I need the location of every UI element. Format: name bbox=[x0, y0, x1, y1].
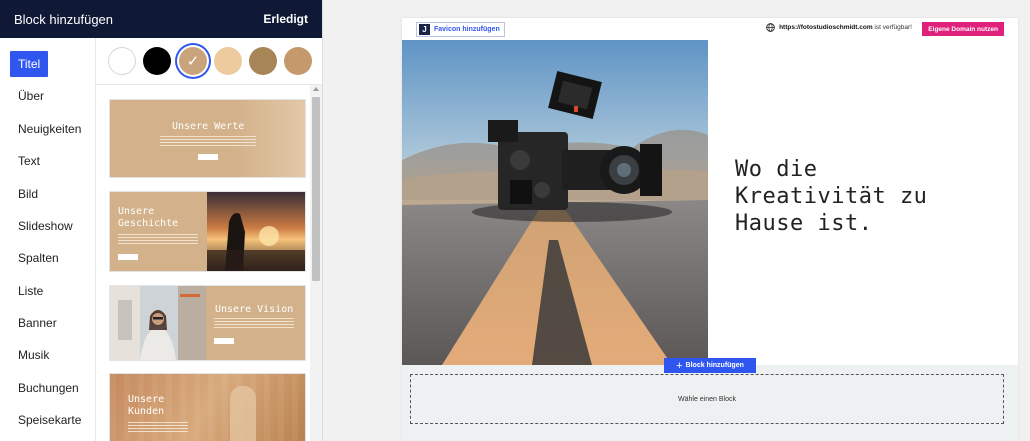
thumb-text-lines bbox=[128, 422, 188, 432]
checkmark-icon: ✓ bbox=[186, 52, 200, 70]
category-banner[interactable]: Banner bbox=[10, 310, 65, 336]
color-swatch-row: ✓ bbox=[96, 38, 323, 85]
block-thumbnail-list: Unsere Werte Unsere Geschichte Unsere Vi… bbox=[96, 85, 310, 441]
sunset-image bbox=[207, 192, 305, 271]
category-speisekarte[interactable]: Speisekarte bbox=[10, 407, 89, 433]
use-own-domain-button[interactable]: Eigene Domain nutzen bbox=[922, 22, 1004, 36]
thumbnail-scrollbar[interactable] bbox=[310, 85, 322, 441]
add-block-button[interactable]: + Block hinzufügen bbox=[664, 358, 756, 373]
domain-text: https://fotostudioschmidt.com ist verfüg… bbox=[779, 24, 912, 31]
empty-block-zone: Wähle einen Block bbox=[402, 365, 1018, 441]
woman-image bbox=[110, 286, 206, 360]
swatch-black[interactable] bbox=[143, 47, 171, 75]
add-block-label: Block hinzufügen bbox=[685, 362, 744, 369]
domain-available-suffix: ist verfügbar! bbox=[872, 24, 912, 31]
category-spalten[interactable]: Spalten bbox=[10, 245, 67, 271]
category-musik[interactable]: Musik bbox=[10, 342, 57, 368]
category-list: Titel Über Neuigkeiten Text Bild Slidesh… bbox=[0, 38, 96, 441]
block-thumbnail-kunden[interactable]: Unsere Kunden bbox=[110, 374, 305, 441]
choose-block-label: Wähle einen Block bbox=[678, 395, 736, 403]
thumb-title: Unsere Werte bbox=[172, 121, 245, 132]
block-thumbnail-vision[interactable]: Unsere Vision bbox=[110, 286, 305, 360]
hero-heading: Wo die Kreativität zu Hause ist. bbox=[735, 156, 995, 237]
block-thumbnail-werte[interactable]: Unsere Werte bbox=[110, 100, 305, 177]
panel-title: Block hinzufügen bbox=[14, 11, 114, 27]
domain-url: https://fotostudioschmidt.com bbox=[779, 24, 873, 31]
thumb-button bbox=[198, 154, 218, 160]
scroll-up-arrow-icon[interactable] bbox=[313, 87, 319, 91]
preview-topbar: J Favicon hinzufügen https://fotostudios… bbox=[402, 18, 1018, 40]
thumb-text-lines bbox=[118, 234, 198, 244]
swatch-tan-selected[interactable]: ✓ bbox=[179, 47, 207, 75]
category-slideshow[interactable]: Slideshow bbox=[10, 213, 81, 239]
swatch-caramel[interactable] bbox=[284, 47, 312, 75]
category-text[interactable]: Text bbox=[10, 148, 48, 174]
category-bild[interactable]: Bild bbox=[10, 181, 46, 207]
category-ueber[interactable]: Über bbox=[10, 83, 52, 109]
camera-on-road-image bbox=[402, 40, 708, 365]
globe-icon bbox=[766, 23, 775, 32]
category-buchungen[interactable]: Buchungen bbox=[10, 375, 87, 401]
swatch-brown[interactable] bbox=[249, 47, 277, 75]
domain-availability: https://fotostudioschmidt.com ist verfüg… bbox=[766, 23, 912, 32]
thumb-title: Unsere Vision bbox=[215, 304, 294, 315]
thumb-text-lines bbox=[214, 318, 294, 328]
done-button[interactable]: Erledigt bbox=[263, 12, 308, 26]
thumb-title: Unsere Geschichte bbox=[118, 206, 179, 229]
swatch-white[interactable] bbox=[108, 47, 136, 75]
hero-line-2: Kreativität zu bbox=[735, 184, 928, 209]
category-liste[interactable]: Liste bbox=[10, 278, 51, 304]
hero-line-3: Hause ist. bbox=[735, 211, 873, 236]
website-preview: J Favicon hinzufügen https://fotostudios… bbox=[402, 18, 1018, 441]
scrollbar-thumb[interactable] bbox=[312, 97, 320, 281]
thumb-title: Unsere Kunden bbox=[128, 394, 165, 417]
category-neuigkeiten[interactable]: Neuigkeiten bbox=[10, 116, 89, 142]
swatch-light-sand[interactable] bbox=[214, 47, 242, 75]
thumb-button bbox=[118, 254, 138, 260]
hero-line-1: Wo die bbox=[735, 157, 818, 182]
add-favicon-label: Favicon hinzufügen bbox=[434, 26, 500, 33]
block-thumbnail-geschichte[interactable]: Unsere Geschichte bbox=[110, 192, 305, 271]
thumb-figure bbox=[230, 386, 256, 441]
add-favicon-button[interactable]: J Favicon hinzufügen bbox=[416, 22, 505, 37]
choose-block-dropzone[interactable]: Wähle einen Block bbox=[410, 374, 1004, 424]
plus-icon: + bbox=[676, 359, 683, 372]
hero-camera-image bbox=[402, 40, 708, 365]
panel-header: Block hinzufügen Erledigt bbox=[0, 0, 322, 38]
favicon-badge: J bbox=[419, 24, 430, 35]
thumb-button bbox=[214, 338, 234, 344]
thumb-text-lines bbox=[160, 136, 256, 146]
category-titel[interactable]: Titel bbox=[10, 51, 49, 77]
add-block-panel: Block hinzufügen Erledigt Titel Über Neu… bbox=[0, 0, 323, 441]
